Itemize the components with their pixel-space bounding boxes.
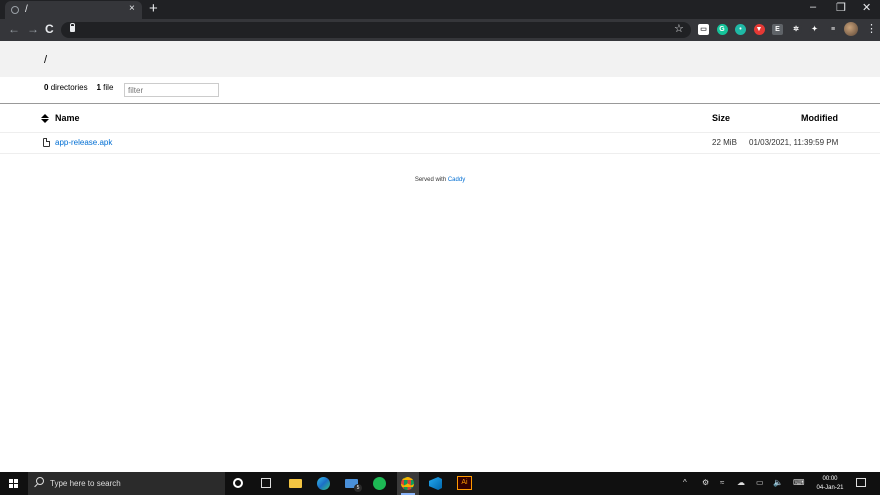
keyboard-icon[interactable]: ⌨ xyxy=(793,478,805,487)
tab-title: / xyxy=(25,4,28,15)
volume-icon[interactable]: 🔈 xyxy=(773,478,783,487)
task-view-icon[interactable] xyxy=(261,478,271,488)
close-tab-icon[interactable]: × xyxy=(129,3,135,14)
new-tab-button[interactable]: + xyxy=(149,0,158,18)
ext-icon-4[interactable]: ▼ xyxy=(753,24,765,35)
file-icon xyxy=(43,138,50,147)
search-placeholder: Type here to search xyxy=(50,479,121,488)
column-header-size[interactable]: Size xyxy=(712,113,730,123)
listing-summary: 0 directories 1 file xyxy=(44,83,113,92)
profile-avatar[interactable] xyxy=(844,22,858,36)
mail-icon[interactable]: 5 xyxy=(345,479,362,492)
footer: Served with Caddy xyxy=(0,177,880,183)
header-divider xyxy=(0,103,880,104)
globe-icon xyxy=(11,6,19,14)
sort-icon[interactable] xyxy=(41,114,49,124)
forward-arrow-icon[interactable]: → xyxy=(27,22,39,36)
breadcrumb[interactable]: / xyxy=(44,54,47,66)
ext-icon-5[interactable]: E xyxy=(772,24,783,35)
tab-active[interactable]: / × xyxy=(5,1,142,19)
column-header-modified[interactable]: Modified xyxy=(801,113,838,123)
ext-icon-3[interactable]: • xyxy=(735,24,746,35)
ext-icon-7[interactable]: ✦ xyxy=(809,24,820,35)
minimize-button[interactable]: – xyxy=(810,1,816,13)
clock[interactable]: 00:00 04-Jan-21 xyxy=(813,475,847,493)
spotify-icon[interactable] xyxy=(373,477,386,490)
file-link[interactable]: app-release.apk xyxy=(55,138,112,147)
onedrive-icon[interactable]: ☁ xyxy=(737,478,745,487)
clock-date: 04-Jan-21 xyxy=(816,485,844,491)
close-window-button[interactable]: ✕ xyxy=(862,1,871,14)
dir-count: 0 xyxy=(44,83,49,92)
dir-label: directories xyxy=(50,83,88,92)
footer-text: Served with xyxy=(414,177,447,183)
ext-icon-8[interactable]: ≡ xyxy=(827,24,839,35)
file-count: 1 xyxy=(96,83,101,92)
file-size: 22 MiB xyxy=(712,138,737,147)
file-label: file xyxy=(103,83,114,92)
file-explorer-icon[interactable] xyxy=(289,479,302,488)
notification-icon[interactable] xyxy=(856,478,866,487)
taskbar: Type here to search 5 Ai ^ ⚙ ≈ ☁ ▭ 🔈 ⌨ 0… xyxy=(0,472,880,495)
back-arrow-icon[interactable]: ← xyxy=(8,22,20,36)
filter-input[interactable] xyxy=(124,83,219,97)
ext-icon-2[interactable]: G xyxy=(716,24,728,35)
clock-time: 00:00 xyxy=(822,476,838,482)
browser-toolbar: ← → C ☆ ▭ G • ▼ E ✲ ✦ ≡ ⋮ xyxy=(0,19,880,41)
vscode-icon[interactable] xyxy=(429,477,442,490)
row-divider xyxy=(0,132,880,133)
lock-icon[interactable] xyxy=(70,23,75,32)
browser-tab-strip: / × + – ❐ ✕ xyxy=(0,0,880,19)
caddy-link[interactable]: Caddy xyxy=(448,177,465,183)
row-divider xyxy=(0,153,880,154)
battery-icon[interactable]: ▭ xyxy=(756,478,764,487)
chrome-icon[interactable] xyxy=(401,477,414,490)
illustrator-icon[interactable]: Ai xyxy=(457,476,472,490)
search-icon xyxy=(36,477,44,485)
windows-start-icon[interactable] xyxy=(9,479,19,489)
page-header: / xyxy=(0,41,880,77)
address-bar[interactable]: ☆ xyxy=(61,22,691,38)
tray-settings-icon[interactable]: ⚙ xyxy=(702,478,709,487)
menu-dots-icon[interactable]: ⋮ xyxy=(866,22,877,35)
column-header-name[interactable]: Name xyxy=(55,113,80,123)
bookmark-star-icon[interactable]: ☆ xyxy=(674,22,684,35)
wifi-icon[interactable]: ≈ xyxy=(720,478,724,487)
mail-badge: 5 xyxy=(354,484,362,492)
ext-icon-6[interactable]: ✲ xyxy=(790,24,802,35)
tray-chevron-icon[interactable]: ^ xyxy=(683,478,687,487)
maximize-button[interactable]: ❐ xyxy=(836,1,846,14)
reload-icon[interactable]: C xyxy=(45,22,54,36)
ext-icon-1[interactable]: ▭ xyxy=(698,24,709,35)
file-modified: 01/03/2021, 11:39:59 PM xyxy=(749,138,839,147)
cortana-icon[interactable] xyxy=(233,478,243,488)
taskbar-search-box[interactable]: Type here to search xyxy=(28,472,225,495)
edge-icon[interactable] xyxy=(317,477,330,490)
